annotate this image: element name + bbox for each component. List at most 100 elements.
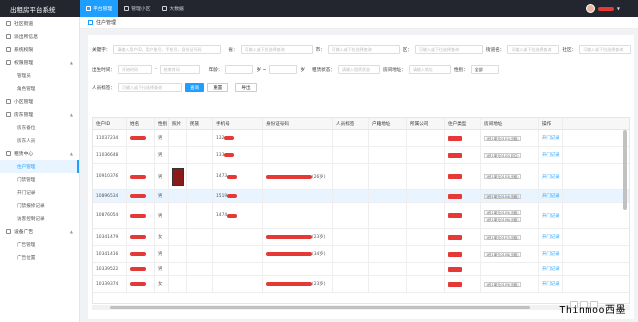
open-door-record-link[interactable]: 开门记录	[542, 251, 560, 257]
open-door-record-link[interactable]: 开门记录	[542, 213, 560, 219]
reset-button[interactable]: 重置	[207, 83, 229, 92]
community-select[interactable]: 可输入或下拉选择查询	[579, 45, 632, 54]
table-cell: 10896534	[93, 190, 127, 202]
person-tag-select[interactable]: 可输入或下拉选择查询	[117, 83, 182, 92]
resident-photo[interactable]	[172, 167, 184, 186]
column-header[interactable]: 手机号	[213, 118, 263, 129]
sidebar-item-5[interactable]: 角色管理	[0, 82, 79, 95]
table-cell	[213, 276, 263, 292]
sidebar-item-12[interactable]: 门禁管理	[0, 173, 79, 186]
table-cell	[445, 164, 481, 189]
sidebar-item-18[interactable]: 广告位置	[0, 251, 79, 264]
open-door-record-link[interactable]: 开门记录	[542, 234, 560, 240]
age-max-input[interactable]	[269, 65, 298, 74]
open-door-record-link[interactable]: 开门记录	[542, 266, 560, 272]
birth-start-input[interactable]: 开始时间	[117, 65, 152, 74]
gender-select[interactable]: 全部	[470, 65, 499, 74]
table-row[interactable]: 10341416 男 (34岁) 1栋1单元0108(出租) 开门记录	[93, 246, 629, 263]
sidebar-item-10[interactable]: 租赁中心 ▲	[0, 147, 79, 160]
redacted-text	[266, 174, 312, 179]
column-header[interactable]: 住户ID	[93, 118, 127, 129]
sidebar-item-17[interactable]: 广告管理	[0, 238, 79, 251]
export-button[interactable]: 导出	[235, 83, 257, 92]
table-row[interactable]: 10910376 男 1473 (26岁) 1栋1单元0103(出租) 开门记录	[93, 164, 629, 190]
column-header[interactable]: 照片	[169, 118, 187, 129]
sidebar-item-11[interactable]: 住户管理	[0, 160, 79, 173]
column-header[interactable]: 户籍地址	[369, 118, 407, 129]
sidebar-item-2[interactable]: 系统权限	[0, 43, 79, 56]
user-menu[interactable]: ▼	[585, 4, 620, 13]
column-header[interactable]: 性别	[155, 118, 169, 129]
sidebar-item-14[interactable]: 门禁报修记录	[0, 199, 79, 212]
housing-status-input[interactable]: 请输入租赁状态	[337, 65, 380, 74]
menu-icon	[6, 151, 11, 156]
table-cell	[169, 203, 187, 228]
redacted-text	[227, 174, 238, 179]
city-select[interactable]: 可输入或下拉选择查询	[327, 45, 400, 54]
street-select[interactable]: 可输入或下拉选择查询	[507, 45, 560, 54]
column-header[interactable]: 姓名	[127, 118, 155, 129]
column-header[interactable]: 人员标签	[333, 118, 369, 129]
keyword-input[interactable]: 请输入用户ID，用户账号，手机号，身份证号码	[113, 45, 222, 54]
vertical-scrollbar[interactable]	[623, 130, 627, 210]
room-address-tag: 1栋1单元0109(出租)	[484, 281, 521, 287]
column-header[interactable]: 房间地址	[481, 118, 539, 129]
open-door-record-link[interactable]: 开门记录	[542, 193, 560, 199]
sidebar-item-1[interactable]: 派出所信息	[0, 30, 79, 43]
age-min-input[interactable]	[225, 65, 254, 74]
open-door-record-link[interactable]: 开门记录	[542, 152, 560, 158]
table-row[interactable]: 10339374 女 (23岁) 1栋1单元0109(出租) 开门记录	[93, 276, 629, 293]
horizontal-scrollbar[interactable]	[92, 305, 630, 310]
table-cell	[333, 229, 369, 245]
sidebar-item-3[interactable]: 权限管理 ▲	[0, 56, 79, 69]
sidebar-item-13[interactable]: 开门记录	[0, 186, 79, 199]
table-row[interactable]: 11036648 男 133 1栋1单元0102(自住) 开门记录	[93, 147, 629, 164]
scroll-knob[interactable]	[110, 306, 530, 309]
table-cell	[407, 130, 445, 146]
topnav-community[interactable]: 管理小区	[118, 0, 156, 17]
search-button[interactable]: 查询	[184, 83, 205, 92]
column-header[interactable]: 住户类型	[445, 118, 481, 129]
table-cell	[169, 190, 187, 202]
table-row[interactable]: 10341479 女 (23岁) 1栋1单元0107(出租) 开门记录	[93, 229, 629, 246]
column-header[interactable]: 身份证号码	[263, 118, 333, 129]
table-cell	[169, 164, 187, 189]
sidebar-item-8[interactable]: 房东备位	[0, 121, 79, 134]
table-row[interactable]: 10339522 男 开门记录	[93, 263, 629, 276]
table-cell	[445, 147, 481, 163]
birth-end-input[interactable]: 结束时间	[159, 65, 200, 74]
province-select[interactable]: 可输入或下拉选择查询	[240, 45, 313, 54]
column-header[interactable]: 民族	[187, 118, 213, 129]
menu-icon	[6, 112, 11, 117]
table-cell: 1栋1单元0104(出租)	[481, 190, 539, 202]
sidebar-item-16[interactable]: 设备广告 ▲	[0, 225, 79, 238]
topnav-bigdata[interactable]: 大数据	[156, 0, 189, 17]
topnav-platform[interactable]: 平台管理	[80, 0, 119, 17]
open-door-record-link[interactable]: 开门记录	[542, 174, 560, 180]
table-row[interactable]: 10876054 男 1474 1栋1单元0105(出租) 1栋1单元0106(出租) 开…	[93, 203, 629, 229]
open-door-record-link[interactable]: 开门记录	[542, 135, 560, 141]
table-cell: 男	[155, 164, 169, 189]
sidebar-item-9[interactable]: 房东人员	[0, 134, 79, 147]
table-cell: 133	[213, 147, 263, 163]
redacted-text	[266, 235, 312, 239]
open-door-record-link[interactable]: 开门记录	[542, 281, 560, 287]
sidebar-item-6[interactable]: 小区管理	[0, 95, 79, 108]
sidebar-item-15[interactable]: 访客控制记录	[0, 212, 79, 225]
table-cell	[445, 263, 481, 275]
redacted-text	[130, 235, 146, 239]
column-header[interactable]: 操作	[539, 118, 563, 129]
table-cell: 1栋1单元0109(出租)	[481, 276, 539, 292]
table-cell	[263, 147, 333, 163]
column-header[interactable]: 所属公司	[407, 118, 445, 129]
sidebar-item-7[interactable]: 房东管理 ▲	[0, 108, 79, 121]
table-row[interactable]: 10896534 男 1519 1栋1单元0104(出租) 开门记录	[93, 190, 629, 203]
sidebar-item-4[interactable]: 管理员	[0, 69, 79, 82]
sidebar-item-0[interactable]: 社区街道	[0, 17, 79, 30]
table-row[interactable]: 11037234 男 132 1栋1单元0101(出租) 开门记录	[93, 130, 629, 147]
table-cell	[187, 130, 213, 146]
table-cell	[127, 263, 155, 275]
table-cell	[481, 263, 539, 275]
district-select[interactable]: 可输入或下拉选择查询	[415, 45, 483, 54]
room-address-input[interactable]: 请输入地址	[408, 65, 451, 74]
